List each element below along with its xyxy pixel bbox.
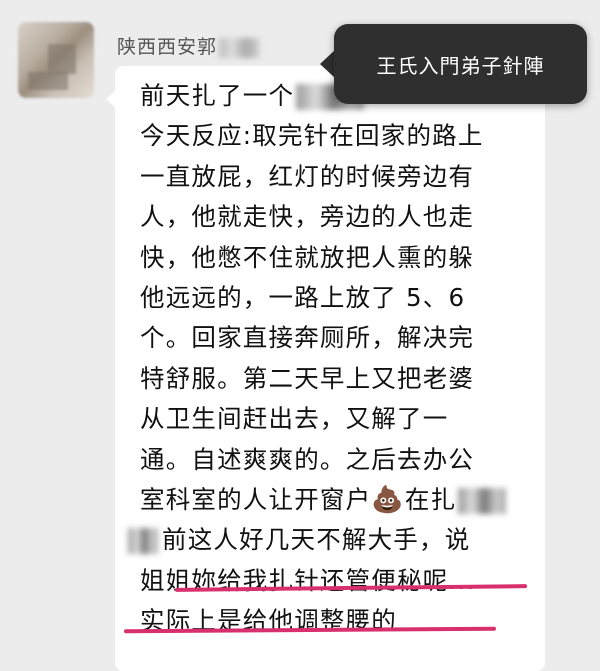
sender-avatar[interactable] [18, 22, 94, 98]
tooltip-arrow [320, 50, 335, 78]
message-line: 人，他就走快，旁边的人也走 [140, 202, 475, 232]
message-line: 实际上是给他调整腰的 [140, 606, 397, 636]
sender-name: 陕西西安郭 [117, 32, 260, 59]
message-line: 室科室的人让开窗户💩在扎 [140, 480, 560, 520]
message-line: 他远远的，一路上放了 5、6 [140, 282, 466, 312]
message-line: 姐姐妳给我扎针还管便秘呢... [140, 565, 476, 595]
message-text: 前天扎了一个 今天反应:取完针在回家的路上 一直放屁，红灯的时候旁边有 人，他就… [128, 76, 560, 641]
redacted-text [128, 528, 158, 555]
poop-emoji-icon: 💩 [371, 484, 405, 515]
message-line: 快，他憋不住就放把人熏的躲 [140, 242, 475, 272]
message-line-text: 在扎 [404, 484, 457, 514]
redacted-name [219, 37, 260, 58]
message-line: 从卫生间赶出去，又解了一 [140, 404, 449, 434]
tooltip-label: 王氏入門弟子針陣 [376, 53, 545, 78]
message-line: 个。回家直接奔厕所，解决完 [140, 323, 475, 353]
message-line: 前这人好几天不解大手，说 [128, 520, 560, 560]
message-line: 通。自述爽爽的。之后去办公 [140, 444, 475, 474]
message-line: 一直放屁，红灯的时候旁边有 [140, 161, 475, 191]
source-tooltip[interactable]: 王氏入門弟子針陣 [334, 24, 587, 104]
message-line: 特舒服。第二天早上又把老婆 [140, 363, 475, 393]
message-line-text: 前天扎了一个 [140, 81, 295, 110]
message-line-text: 室科室的人让开窗户 [140, 484, 372, 514]
sender-name-text: 陕西西安郭 [117, 36, 218, 58]
message-line: 今天反应:取完针在回家的路上 [140, 121, 484, 151]
message-line-text: 前这人好几天不解大手，说 [162, 525, 471, 555]
redacted-text [458, 487, 507, 514]
